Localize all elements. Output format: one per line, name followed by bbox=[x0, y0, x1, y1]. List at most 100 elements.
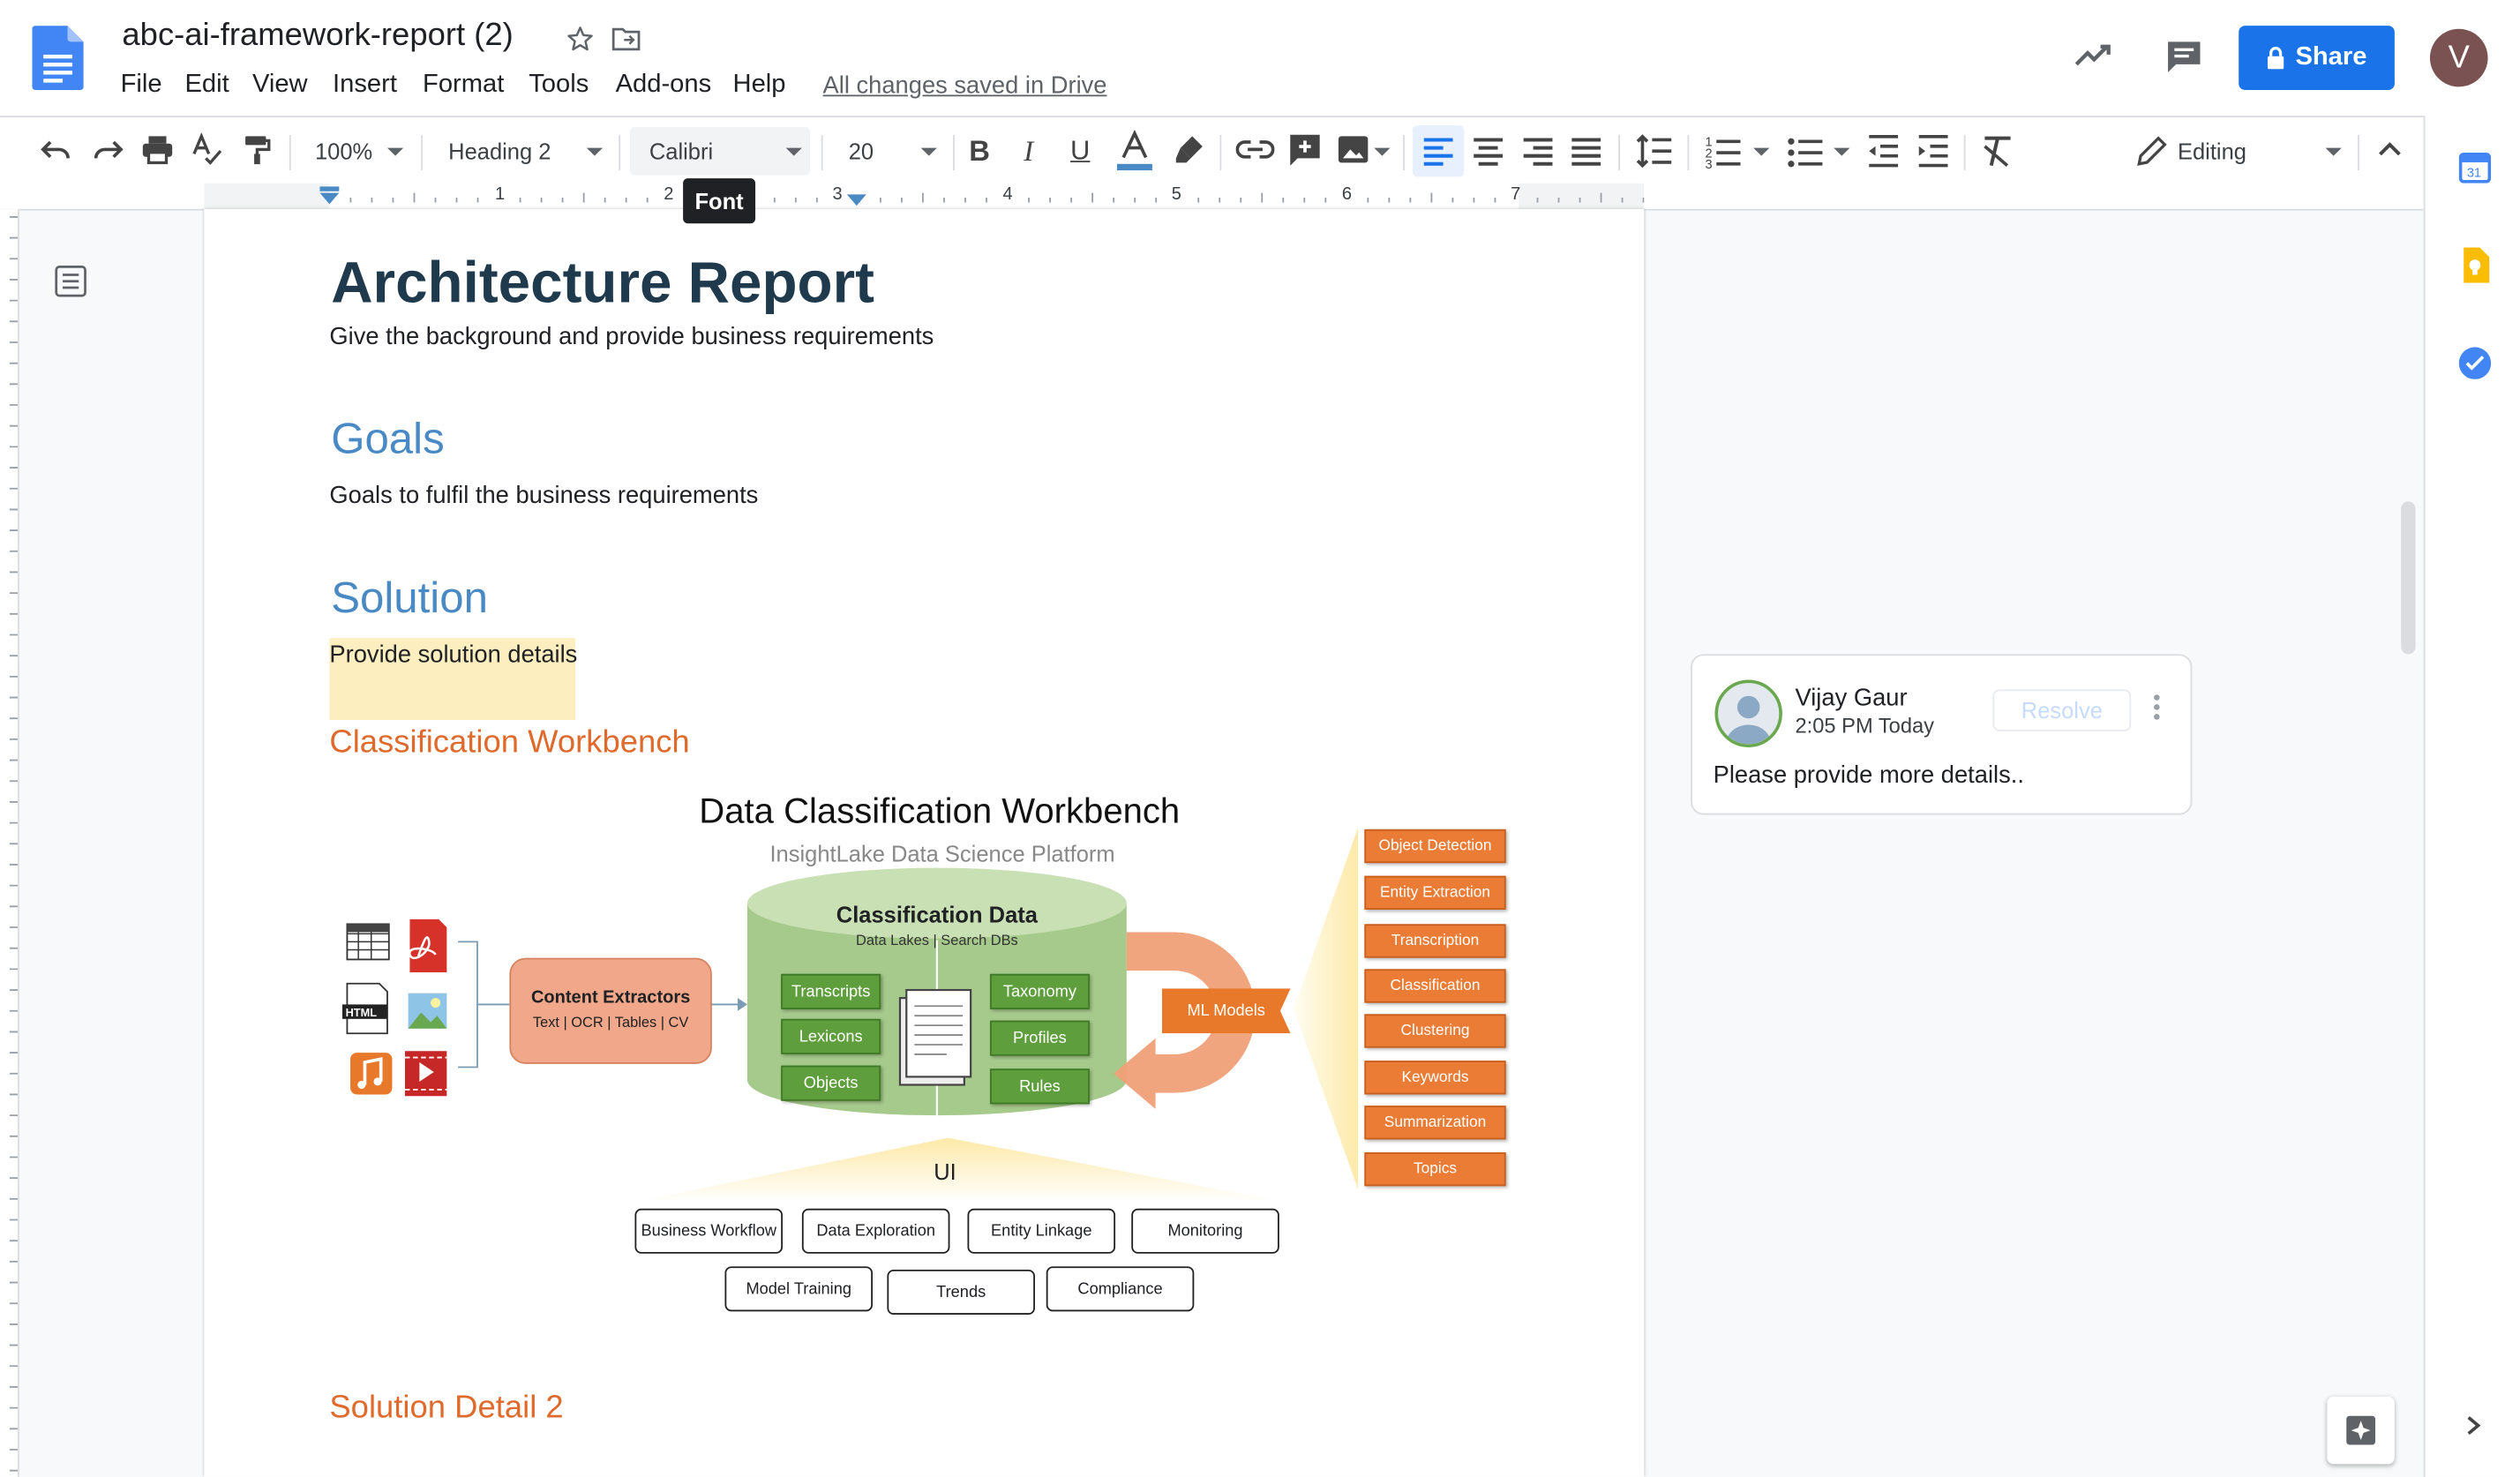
increase-indent-icon[interactable] bbox=[1917, 133, 1949, 169]
goals-heading[interactable]: Goals bbox=[331, 415, 444, 464]
bulleted-list-icon[interactable] bbox=[1787, 133, 1823, 169]
zoom-select[interactable]: 100% bbox=[315, 139, 372, 164]
ui-box-compliance: Compliance bbox=[1046, 1266, 1195, 1312]
svg-text:31: 31 bbox=[2467, 166, 2481, 180]
menu-edit[interactable]: Edit bbox=[184, 71, 229, 100]
intro-paragraph[interactable]: Give the background and provide business… bbox=[329, 323, 934, 350]
ui-box-trends: Trends bbox=[887, 1269, 1035, 1315]
vertical-ruler-ticks bbox=[9, 215, 19, 1472]
editing-mode-select[interactable]: Editing bbox=[2178, 139, 2246, 164]
resolve-button[interactable]: Resolve bbox=[1992, 689, 2132, 731]
menu-tools[interactable]: Tools bbox=[529, 71, 589, 100]
vertical-ruler[interactable] bbox=[0, 208, 19, 1477]
menu-addons[interactable]: Add-ons bbox=[616, 71, 712, 100]
move-folder-icon[interactable] bbox=[611, 24, 642, 53]
text-color-icon[interactable] bbox=[1116, 130, 1152, 172]
comment-text: Please provide more details.. bbox=[1713, 761, 2024, 790]
star-icon[interactable] bbox=[566, 24, 595, 53]
explore-icon bbox=[2346, 1415, 2376, 1445]
explore-button[interactable] bbox=[2327, 1396, 2395, 1465]
left-indent-marker-icon[interactable] bbox=[319, 186, 341, 206]
style-dropdown-icon[interactable] bbox=[586, 147, 604, 156]
avatar[interactable]: V bbox=[2429, 28, 2488, 87]
print-icon[interactable] bbox=[139, 131, 175, 167]
numbered-list-icon[interactable]: 123 bbox=[1706, 133, 1741, 169]
spellcheck-icon[interactable] bbox=[190, 131, 225, 167]
architecture-diagram[interactable]: HTML Data Classification Workbench Insig… bbox=[329, 788, 1519, 1326]
clear-formatting-icon[interactable] bbox=[1982, 133, 2014, 169]
justify-icon[interactable] bbox=[1571, 135, 1602, 167]
menu-help[interactable]: Help bbox=[733, 71, 786, 100]
goals-paragraph[interactable]: Goals to fulfil the business requirement… bbox=[329, 482, 758, 509]
solution-heading[interactable]: Solution bbox=[331, 574, 488, 623]
underline-icon[interactable]: U bbox=[1070, 135, 1090, 167]
font-size-select[interactable]: 20 bbox=[849, 139, 874, 164]
highlight-color-icon[interactable] bbox=[1172, 131, 1207, 167]
decrease-indent-icon[interactable] bbox=[1867, 133, 1899, 169]
activity-trend-icon[interactable] bbox=[2074, 39, 2115, 71]
bulleted-list-dropdown-icon[interactable] bbox=[1834, 147, 1850, 156]
insert-image-icon[interactable] bbox=[1336, 131, 1371, 167]
svg-text:3: 3 bbox=[1706, 158, 1713, 169]
tab-stop-marker-icon[interactable] bbox=[845, 193, 867, 207]
solution-detail-2-heading[interactable]: Solution Detail 2 bbox=[329, 1391, 563, 1428]
font-size-dropdown-icon[interactable] bbox=[920, 147, 937, 156]
title-bar: abc-ai-framework-report (2) File Edit Vi… bbox=[0, 0, 2520, 116]
horizontal-ruler[interactable]: 1 2 3 4 5 6 7 bbox=[0, 183, 2424, 211]
align-center-icon[interactable] bbox=[1472, 135, 1504, 167]
align-left-button[interactable] bbox=[1413, 125, 1465, 177]
menu-view[interactable]: View bbox=[252, 71, 308, 100]
image-file-icon bbox=[408, 993, 447, 1029]
undo-icon[interactable] bbox=[39, 131, 74, 167]
font-tooltip: Font bbox=[683, 178, 756, 224]
insert-comment-icon[interactable] bbox=[1287, 131, 1323, 167]
bold-icon[interactable]: B bbox=[969, 135, 990, 169]
font-select[interactable]: Calibri bbox=[629, 126, 810, 176]
menu-file[interactable]: File bbox=[121, 71, 162, 100]
classification-data-sub: Data Lakes | Search DBs bbox=[855, 932, 1018, 948]
share-button[interactable]: Share bbox=[2239, 26, 2395, 91]
editing-mode-dropdown-icon[interactable] bbox=[2325, 147, 2342, 156]
keep-icon[interactable] bbox=[2461, 247, 2490, 283]
redo-icon[interactable] bbox=[90, 131, 125, 167]
comment-card[interactable]: Vijay Gaur 2:05 PM Today Resolve Please … bbox=[1691, 654, 2193, 815]
formatting-toolbar: 100% Heading 2 Calibri 20 B I U 1 2 3 Ed… bbox=[0, 116, 2424, 187]
workbench-heading[interactable]: Classification Workbench bbox=[329, 724, 689, 761]
insert-image-dropdown-icon[interactable] bbox=[1374, 147, 1391, 156]
line-spacing-icon[interactable] bbox=[1634, 133, 1673, 169]
font-name: Calibri bbox=[649, 138, 714, 164]
pencil-icon[interactable] bbox=[2136, 135, 2168, 167]
insert-link-icon[interactable] bbox=[1235, 131, 1275, 167]
solution-paragraph[interactable]: Provide solution details bbox=[329, 641, 577, 669]
menu-format[interactable]: Format bbox=[423, 71, 504, 100]
expand-panel-icon[interactable] bbox=[2465, 1414, 2481, 1437]
align-right-icon[interactable] bbox=[1522, 135, 1554, 167]
style-select[interactable]: Heading 2 bbox=[448, 139, 551, 164]
calendar-icon[interactable]: 31 bbox=[2458, 151, 2492, 184]
save-status[interactable]: All changes saved in Drive bbox=[823, 72, 1107, 100]
tasks-icon[interactable] bbox=[2458, 347, 2492, 379]
content-extractors-box: Content Extractors Text | OCR | Tables |… bbox=[509, 957, 712, 1064]
data-box-lexicons: Lexicons bbox=[781, 1018, 881, 1054]
spreadsheet-file-icon bbox=[346, 923, 390, 961]
paint-format-icon[interactable] bbox=[239, 131, 274, 167]
zoom-dropdown-icon[interactable] bbox=[386, 147, 404, 156]
italic-icon[interactable]: I bbox=[1024, 135, 1033, 169]
ui-label: UI bbox=[934, 1158, 956, 1185]
numbered-list-dropdown-icon[interactable] bbox=[1753, 147, 1770, 156]
comment-more-icon[interactable] bbox=[2152, 693, 2162, 722]
ml-item-object-detection: Object Detection bbox=[1364, 828, 1506, 864]
document-scrollbar[interactable] bbox=[2401, 501, 2416, 655]
content-extractors-title: Content Extractors bbox=[530, 988, 691, 1008]
audio-file-icon bbox=[350, 1053, 393, 1095]
document-outline-icon[interactable] bbox=[55, 266, 86, 297]
menu-insert[interactable]: Insert bbox=[333, 71, 397, 100]
document-title[interactable]: abc-ai-framework-report (2) bbox=[122, 18, 513, 55]
content-extractors-sub: Text | OCR | Tables | CV bbox=[532, 1014, 689, 1031]
document-heading[interactable]: Architecture Report bbox=[331, 249, 874, 317]
ruler-mark-7: 7 bbox=[1511, 184, 1521, 205]
comment-history-icon[interactable] bbox=[2164, 39, 2203, 74]
collapse-toolbar-icon[interactable] bbox=[2377, 139, 2403, 158]
docs-logo-icon[interactable] bbox=[32, 26, 84, 91]
data-box-objects: Objects bbox=[781, 1065, 881, 1101]
